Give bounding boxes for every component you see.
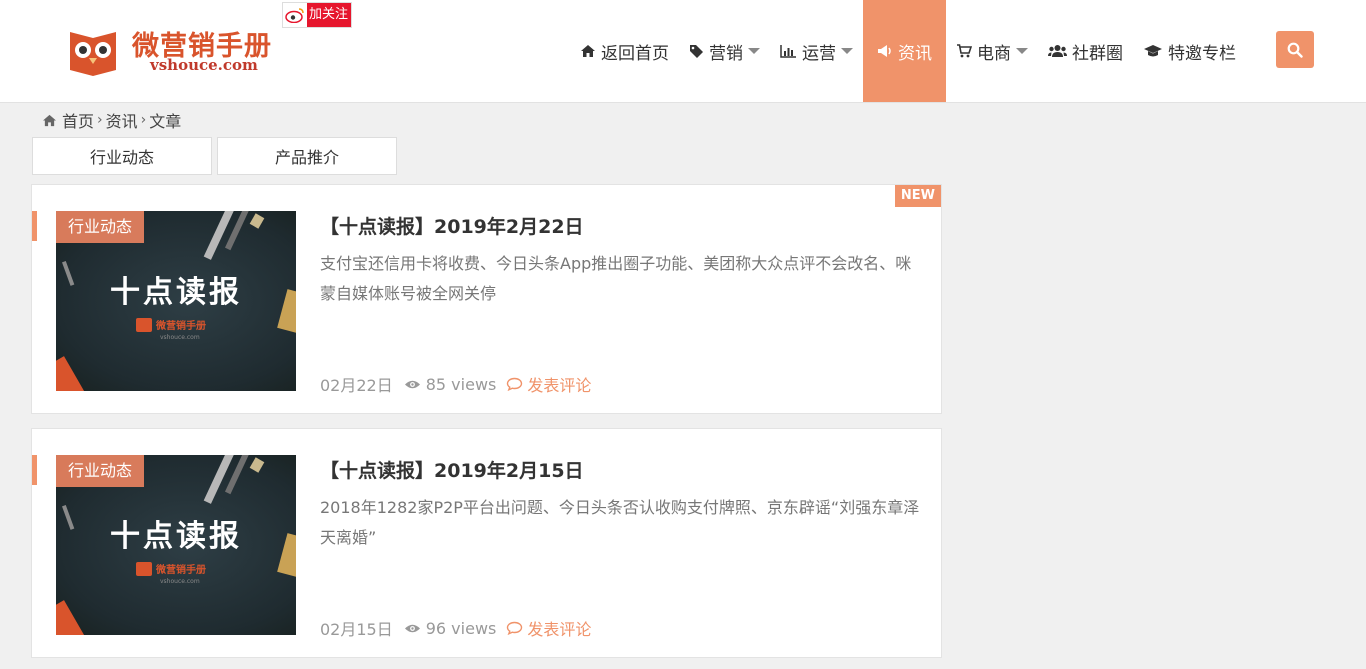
cart-icon bbox=[957, 44, 972, 58]
thumbnail-logo-subtitle: vshouce.com bbox=[160, 334, 200, 341]
article-excerpt: 2018年1282家P2P平台出问题、今日头条否认收购支付牌照、京东辟谣“刘强东… bbox=[320, 498, 920, 547]
breadcrumb-separator: › bbox=[140, 112, 147, 128]
nav-item-label: 资讯 bbox=[898, 43, 932, 64]
nav-item-home[interactable]: 返回首页 bbox=[570, 0, 679, 102]
article-views: 85 views bbox=[404, 374, 497, 394]
bar-chart-icon bbox=[780, 45, 796, 58]
thumbnail-logo: 微营销手册 bbox=[136, 561, 206, 576]
weibo-follow-button[interactable]: 加关注 bbox=[282, 2, 353, 28]
search-button[interactable] bbox=[1276, 31, 1314, 68]
main-nav: 返回首页 营销 运营 资讯 电商 社群圈 特邀专栏 bbox=[570, 0, 1246, 102]
thumbnail-title: 十点读报 bbox=[110, 275, 242, 310]
owl-logo-icon bbox=[70, 32, 116, 76]
category-tag[interactable]: 行业动态 bbox=[56, 211, 145, 243]
thumbnail-logo: 微营销手册 bbox=[136, 317, 206, 332]
thumbnail-logo-text: 微营销手册 bbox=[156, 565, 206, 576]
nav-item-news[interactable]: 资讯 bbox=[863, 0, 946, 102]
breadcrumb: 首页 › 资讯 › 文章 bbox=[42, 109, 181, 131]
nav-item-label: 特邀专栏 bbox=[1168, 43, 1236, 64]
article-card: 十点读报 微营销手册 vshouce.com 行业动态 【十点读报】2019年2… bbox=[31, 428, 942, 658]
category-tab-products[interactable]: 产品推介 bbox=[217, 137, 397, 175]
tag-icon bbox=[690, 44, 703, 58]
comment-label: 发表评论 bbox=[527, 376, 592, 395]
article-title[interactable]: 【十点读报】2019年2月15日 bbox=[320, 456, 584, 483]
thumbnail-title: 十点读报 bbox=[110, 519, 242, 554]
site-header: 微营销手册 vshouce.com 加关注 返回首页 营销 运营 资讯 电商 社… bbox=[0, 0, 1366, 103]
views-count: 85 views bbox=[425, 374, 497, 394]
site-logo[interactable]: 微营销手册 vshouce.com bbox=[66, 24, 271, 80]
nav-item-label: 电商 bbox=[977, 43, 1011, 64]
article-title[interactable]: 【十点读报】2019年2月22日 bbox=[320, 212, 584, 239]
article-date: 02月22日 bbox=[320, 376, 393, 395]
breadcrumb-current: 文章 bbox=[149, 112, 182, 131]
nav-item-community[interactable]: 社群圈 bbox=[1038, 0, 1133, 102]
breadcrumb-separator: › bbox=[97, 112, 103, 128]
breadcrumb-news[interactable]: 资讯 bbox=[106, 108, 138, 132]
users-icon bbox=[1048, 45, 1067, 57]
article-meta: 02月22日 85 views 发表评论 bbox=[320, 372, 591, 396]
megaphone-icon bbox=[878, 45, 891, 57]
owl-logo-icon bbox=[136, 317, 152, 332]
nav-item-operations[interactable]: 运营 bbox=[770, 0, 863, 102]
weibo-follow-label: 加关注 bbox=[307, 3, 352, 27]
comment-link[interactable]: 发表评论 bbox=[506, 616, 591, 640]
chevron-down-icon bbox=[1016, 48, 1028, 54]
nav-item-label: 社群圈 bbox=[1072, 43, 1123, 64]
logo-subtitle: vshouce.com bbox=[150, 56, 258, 74]
breadcrumb-home[interactable]: 首页 bbox=[62, 108, 94, 132]
comment-label: 发表评论 bbox=[527, 620, 592, 639]
eye-icon bbox=[404, 380, 420, 388]
search-icon bbox=[1287, 42, 1303, 58]
home-icon bbox=[581, 45, 595, 57]
chevron-down-icon bbox=[841, 48, 853, 54]
nav-item-ecommerce[interactable]: 电商 bbox=[946, 0, 1038, 102]
views-count: 96 views bbox=[425, 618, 497, 638]
article-excerpt: 支付宝还信用卡将收费、今日头条App推出圈子功能、美团称大众点评不会改名、咪蒙自… bbox=[320, 254, 912, 303]
tag-accent bbox=[32, 211, 37, 241]
owl-logo-icon bbox=[136, 561, 152, 576]
home-icon bbox=[43, 114, 56, 126]
graduation-cap-icon bbox=[1144, 45, 1162, 57]
new-badge: NEW bbox=[894, 185, 941, 207]
nav-item-label: 运营 bbox=[802, 43, 836, 64]
weibo-icon bbox=[283, 3, 307, 27]
comment-icon bbox=[507, 621, 523, 635]
category-tab-industry[interactable]: 行业动态 bbox=[32, 137, 212, 175]
tag-accent bbox=[32, 455, 37, 485]
article-date: 02月15日 bbox=[320, 620, 393, 639]
category-tag[interactable]: 行业动态 bbox=[56, 455, 145, 487]
eye-icon bbox=[404, 624, 420, 632]
comment-link[interactable]: 发表评论 bbox=[506, 372, 591, 396]
comment-icon bbox=[507, 377, 523, 391]
thumbnail-logo-subtitle: vshouce.com bbox=[160, 578, 200, 585]
chevron-down-icon bbox=[748, 48, 760, 54]
nav-item-marketing[interactable]: 营销 bbox=[679, 0, 770, 102]
article-meta: 02月15日 96 views 发表评论 bbox=[320, 616, 591, 640]
nav-item-columns[interactable]: 特邀专栏 bbox=[1133, 0, 1246, 102]
article-views: 96 views bbox=[404, 618, 497, 638]
nav-item-label: 营销 bbox=[709, 43, 743, 64]
thumbnail-logo-text: 微营销手册 bbox=[156, 321, 206, 332]
article-card: NEW 十点读报 微营销手册 vshouce.com 行业动态 【十点读报】20… bbox=[31, 184, 942, 414]
nav-item-label: 返回首页 bbox=[601, 43, 669, 64]
